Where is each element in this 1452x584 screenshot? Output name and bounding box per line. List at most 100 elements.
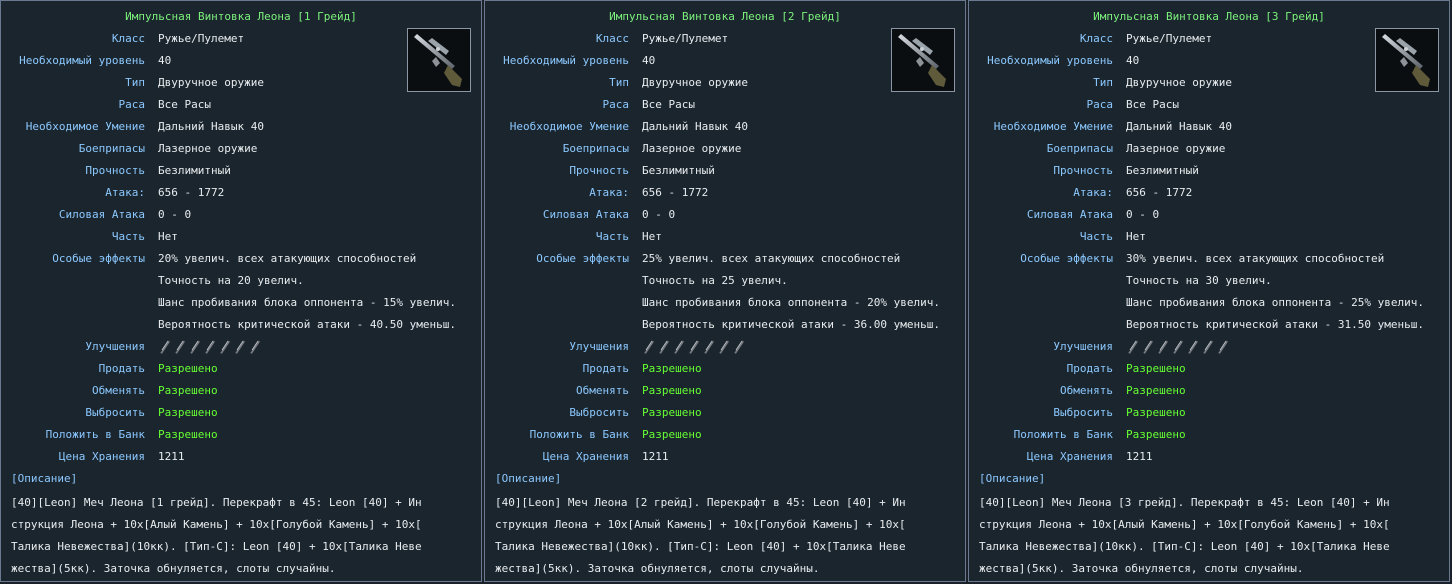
stat-label: Часть <box>1079 230 1113 243</box>
upgrades-row: Улучшения <box>969 339 1449 355</box>
permission-value: Разрешено <box>642 362 702 375</box>
stat-label: Класс <box>111 32 145 45</box>
stat-label: Тип <box>125 76 145 89</box>
stat-value: Дальний Навык 40 <box>642 120 748 133</box>
stat-label: Особые эффекты <box>536 252 629 265</box>
stat-label: Раса <box>1086 98 1114 111</box>
permission-value: Разрешено <box>642 428 702 441</box>
stat-row: Особые эффекты 25% увелич. всех атакующих… <box>485 252 965 266</box>
stat-value: Точность на 20 увелич. <box>158 274 304 287</box>
stat-value: Ружье/Пулемет <box>1126 32 1213 45</box>
permission-row: Выбросить Разрешено <box>485 406 965 420</box>
stat-value: 656 - 1772 <box>1126 186 1193 199</box>
stat-value: Нет <box>1126 230 1146 243</box>
upgrade-slot-icon <box>173 339 186 355</box>
description-text: [40][Leon] Меч Леона [1 грейд]. Перекраф… <box>11 492 476 580</box>
stat-value: Дальний Навык 40 <box>158 120 264 133</box>
stat-label: Атака: <box>105 186 145 199</box>
stat-label: Тип <box>1093 76 1113 89</box>
stat-row: Необходимый уровень 40 <box>969 54 1449 68</box>
stat-row: Раса Все Расы <box>1 98 481 112</box>
stat-row: Часть Нет <box>1 230 481 244</box>
stat-label: Класс <box>595 32 629 45</box>
stat-value: Двуручное оружие <box>1126 76 1232 89</box>
stat-row: Шанс пробивания блока оппонента - 20% ув… <box>485 296 965 310</box>
stat-label: Боеприпасы <box>1046 142 1113 155</box>
stat-row: Силовая Атака 0 - 0 <box>1 208 481 222</box>
stat-value: Шанс пробивания блока оппонента - 15% ув… <box>158 296 457 309</box>
permission-row: Обменять Разрешено <box>1 384 481 398</box>
permission-label: Обменять <box>92 384 145 397</box>
stat-label: Часть <box>595 230 629 243</box>
permission-value: Разрешено <box>1126 384 1186 397</box>
stat-value: 40 <box>1126 54 1140 67</box>
description-text: [40][Leon] Меч Леона [2 грейд]. Перекраф… <box>495 492 960 580</box>
storage-value: 1211 <box>158 450 185 463</box>
stat-value: 656 - 1772 <box>158 186 225 199</box>
stat-label: Прочность <box>85 164 145 177</box>
description-text: [40][Leon] Меч Леона [3 грейд]. Перекраф… <box>979 492 1444 580</box>
permission-label: Продать <box>1066 362 1113 375</box>
stat-row: Прочность Безлимитный <box>485 164 965 178</box>
permission-value: Разрешено <box>1126 362 1186 375</box>
upgrade-slot-icon <box>1216 339 1229 355</box>
stat-value: Безлимитный <box>158 164 231 177</box>
permission-value: Разрешено <box>642 406 702 419</box>
stat-value: Нет <box>158 230 178 243</box>
stat-row: Силовая Атака 0 - 0 <box>969 208 1449 222</box>
permission-label: Выбросить <box>1053 406 1113 419</box>
upgrades-label: Улучшения <box>569 340 629 353</box>
stat-value: 40 <box>642 54 656 67</box>
stat-value: Дальний Навык 40 <box>1126 120 1232 133</box>
stat-label: Особые эффекты <box>1020 252 1113 265</box>
permission-row: Выбросить Разрешено <box>1 406 481 420</box>
item-tooltip-panel: Импульсная Винтовка Леона [3 Грейд] Класс… <box>968 0 1450 582</box>
permission-value: Разрешено <box>158 428 218 441</box>
stat-row: Особые эффекты 20% увелич. всех атакующих… <box>1 252 481 266</box>
stat-row: Тип Двуручное оружие <box>485 76 965 90</box>
tooltip-comparison: Импульсная Винтовка Леона [1 Грейд] Класс… <box>0 0 1452 584</box>
stat-row: Класс Ружье/Пулемет <box>969 32 1449 46</box>
stat-value: Вероятность критической атаки - 31.50 ум… <box>1126 318 1425 331</box>
stat-row: Силовая Атака 0 - 0 <box>485 208 965 222</box>
permission-label: Продать <box>582 362 629 375</box>
stat-value: Ружье/Пулемет <box>642 32 729 45</box>
upgrade-slot-icon <box>1126 339 1139 355</box>
description-line: жества](5кк). Заточка обнуляется, слоты … <box>495 562 820 575</box>
item-tooltip-panel: Импульсная Винтовка Леона [1 Грейд] Класс… <box>0 0 482 582</box>
stat-value: 20% увелич. всех атакующих способностей <box>158 252 417 265</box>
stat-value: Все Расы <box>158 98 211 111</box>
upgrade-slot-icon <box>717 339 730 355</box>
stat-row: Класс Ружье/Пулемет <box>1 32 481 46</box>
stat-row: Атака: 656 - 1772 <box>1 186 481 200</box>
description-line: [40][Leon] Меч Леона [2 грейд]. Перекраф… <box>495 496 906 509</box>
stat-row: Необходимое Умение Дальний Навык 40 <box>485 120 965 134</box>
stat-value: Точность на 30 увелич. <box>1126 274 1272 287</box>
permission-row: Обменять Разрешено <box>485 384 965 398</box>
stat-value: 0 - 0 <box>158 208 192 221</box>
stat-label: Прочность <box>1053 164 1113 177</box>
description-line: Талика Невежества](10кк). [Тип-С]: Leon … <box>11 540 422 553</box>
stat-row: Необходимый уровень 40 <box>485 54 965 68</box>
upgrade-slot-icon <box>158 339 171 355</box>
description-line: струкция Леона + 10x[Алый Камень] + 10x[… <box>11 518 422 531</box>
stat-value: Нет <box>642 230 662 243</box>
description-header: [Описание] <box>11 472 78 485</box>
stat-row: Атака: 656 - 1772 <box>485 186 965 200</box>
upgrade-slot-icon <box>687 339 700 355</box>
upgrade-slot-icon <box>732 339 745 355</box>
description-line: струкция Леона + 10x[Алый Камень] + 10x[… <box>495 518 906 531</box>
stat-value: 30% увелич. всех атакующих способностей <box>1126 252 1385 265</box>
stat-value: 0 - 0 <box>642 208 676 221</box>
permission-row: Продать Разрешено <box>1 362 481 376</box>
item-title: Импульсная Винтовка Леона [2 Грейд] <box>609 10 841 23</box>
storage-row: Цена Хранения 1211 <box>969 450 1449 464</box>
permission-row: Положить в Банк Разрешено <box>1 428 481 442</box>
upgrade-slots <box>642 339 747 355</box>
storage-row: Цена Хранения 1211 <box>485 450 965 464</box>
description-line: жества](5кк). Заточка обнуляется, слоты … <box>979 562 1304 575</box>
stat-label: Тип <box>609 76 629 89</box>
stat-label: Необходимое Умение <box>993 120 1113 133</box>
permission-value: Разрешено <box>158 362 218 375</box>
permission-row: Положить в Банк Разрешено <box>485 428 965 442</box>
